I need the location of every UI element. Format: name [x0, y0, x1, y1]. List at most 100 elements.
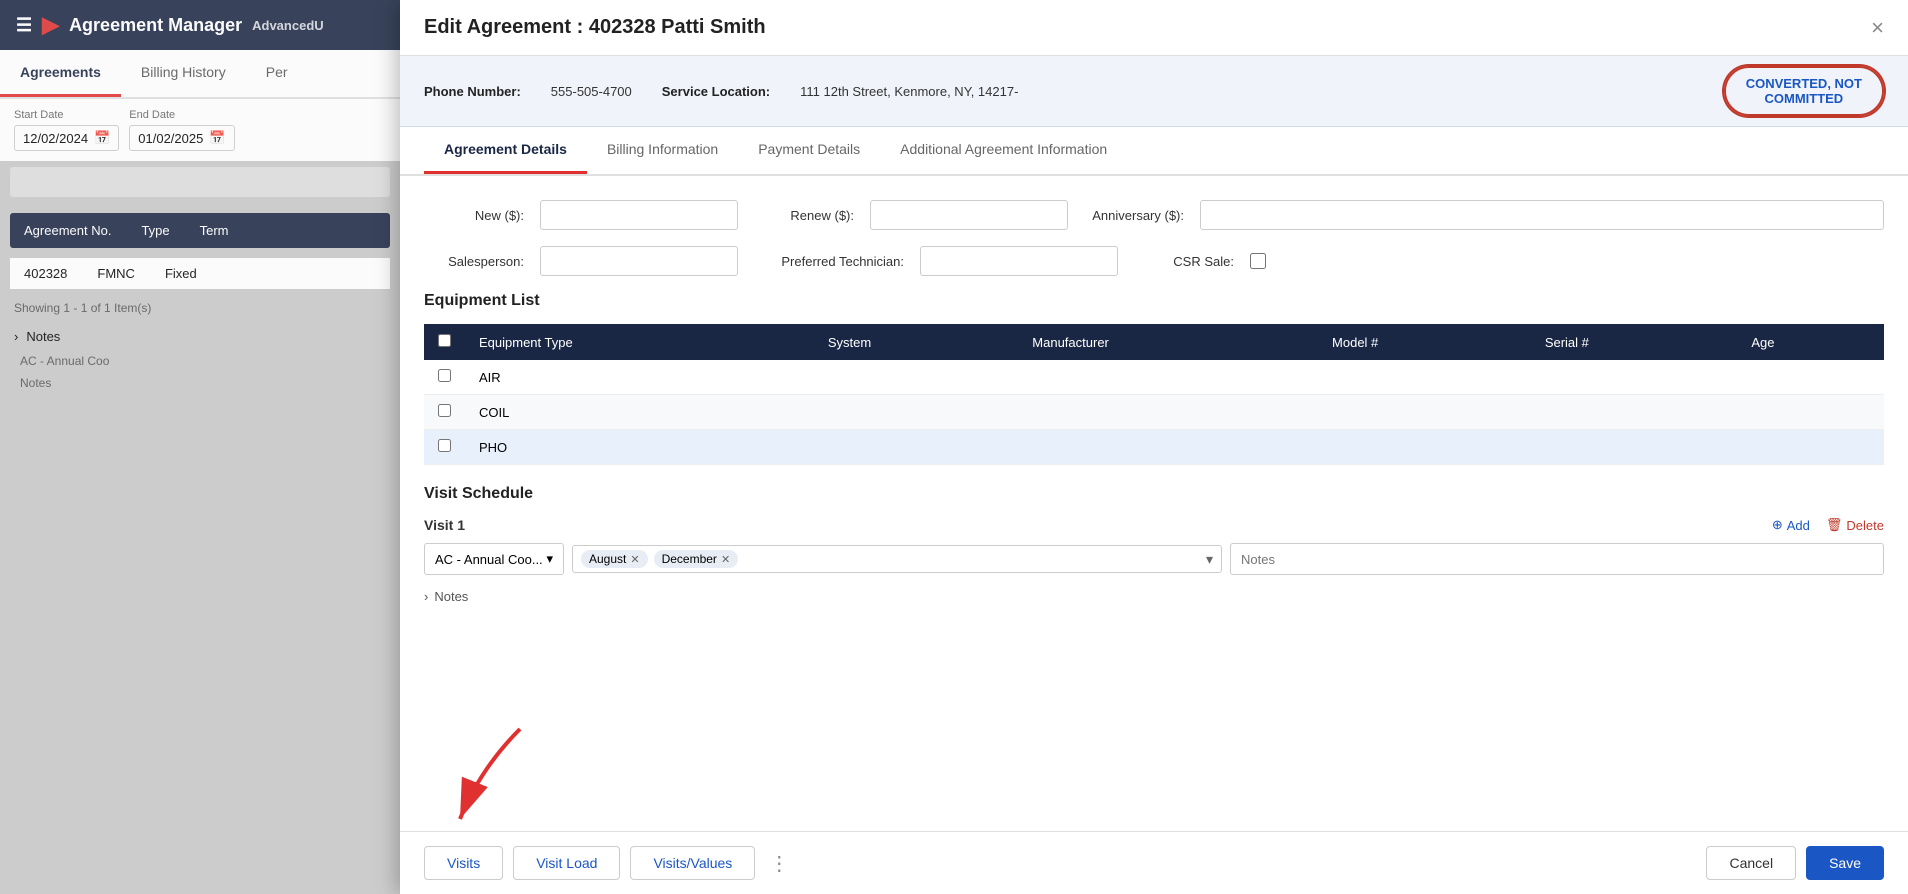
tab-payment-details[interactable]: Payment Details	[738, 127, 880, 174]
modal-footer: Visits Visit Load Visits/Values ⋮ Cancel…	[400, 831, 1908, 894]
equipment-row-coil: COIL	[424, 395, 1884, 430]
col-system: System	[814, 324, 1018, 360]
december-remove[interactable]: ✕	[721, 553, 730, 566]
chevron-right-icon: ›	[14, 329, 18, 344]
visits-values-button[interactable]: Visits/Values	[630, 846, 755, 880]
visit-label: Visit 1	[424, 517, 465, 533]
notes-item-label: Notes	[0, 372, 400, 394]
visit-header: Visit 1 ⊕ Add 🗑 Delete	[424, 517, 1884, 533]
phone-value: 555-505-4700	[551, 84, 632, 99]
location-label: Service Location:	[662, 84, 770, 99]
anniversary-input[interactable]	[1200, 200, 1884, 230]
chevron-down-icon: ▾	[546, 551, 553, 567]
renew-input[interactable]	[870, 200, 1068, 230]
new-input[interactable]	[540, 200, 738, 230]
equipment-table: Equipment Type System Manufacturer Model…	[424, 324, 1884, 465]
logo-icon: ▶	[42, 12, 59, 38]
new-label: New ($):	[424, 208, 524, 223]
pho-type: PHO	[465, 430, 814, 465]
tab-billing-information[interactable]: Billing Information	[587, 127, 738, 174]
pho-checkbox[interactable]	[438, 439, 451, 452]
equipment-section-title: Equipment List	[424, 292, 1884, 310]
table-row[interactable]: 402328 FMNC Fixed	[10, 258, 390, 289]
tag-dropdown-icon: ▾	[1206, 551, 1213, 568]
phone-label: Phone Number:	[424, 84, 521, 99]
december-tag: December ✕	[654, 550, 739, 568]
col-age: Age	[1737, 324, 1884, 360]
col-serial: Serial #	[1531, 324, 1738, 360]
notes-section: › Notes	[0, 323, 400, 350]
visit-section: Visit 1 ⊕ Add 🗑 Delete AC - Annual Coo..…	[424, 517, 1884, 610]
form-row-salesperson: Salesperson: Preferred Technician: CSR S…	[424, 246, 1884, 276]
august-remove[interactable]: ✕	[630, 553, 639, 566]
renew-label: Renew ($):	[754, 208, 854, 223]
august-tag: August ✕	[581, 550, 648, 568]
select-all-checkbox[interactable]	[438, 334, 451, 347]
end-date-field: End Date 01/02/2025 📅	[129, 109, 234, 151]
more-options-icon[interactable]: ⋮	[769, 851, 789, 876]
salesperson-input[interactable]	[540, 246, 738, 276]
equipment-row-pho: PHO	[424, 430, 1884, 465]
tab-agreements[interactable]: Agreements	[0, 50, 121, 97]
hamburger-icon[interactable]: ☰	[16, 15, 32, 36]
edit-agreement-modal: Edit Agreement : 402328 Patti Smith × Ph…	[400, 0, 1908, 894]
col-manufacturer: Manufacturer	[1018, 324, 1318, 360]
calendar-icon: 📅	[94, 130, 110, 146]
trash-icon: 🗑	[1826, 517, 1843, 533]
modal-header: Edit Agreement : 402328 Patti Smith ×	[400, 0, 1908, 56]
col-term: Term	[200, 223, 229, 238]
close-button[interactable]: ×	[1871, 17, 1884, 39]
anniversary-label: Anniversary ($):	[1084, 208, 1184, 223]
modal-tabs: Agreement Details Billing Information Pa…	[400, 127, 1908, 176]
month-tag-input[interactable]: August ✕ December ✕ ▾	[572, 545, 1222, 573]
notes-label: Notes	[26, 329, 60, 344]
visits-button[interactable]: Visits	[424, 846, 503, 880]
info-bar: Phone Number: 555-505-4700 Service Locat…	[400, 56, 1908, 127]
agreements-table-header: Agreement No. Type Term	[10, 213, 390, 248]
tab-billing-history[interactable]: Billing History	[121, 50, 246, 97]
service-type-select[interactable]: AC - Annual Coo... ▾	[424, 543, 564, 575]
start-date-label: Start Date	[14, 109, 119, 121]
showing-text: Showing 1 - 1 of 1 Item(s)	[0, 293, 400, 323]
start-date-field: Start Date 12/02/2024 📅	[14, 109, 119, 151]
col-model: Model #	[1318, 324, 1531, 360]
date-filter-row: Start Date 12/02/2024 📅 End Date 01/02/2…	[0, 99, 400, 161]
coil-checkbox[interactable]	[438, 404, 451, 417]
tab-additional-info[interactable]: Additional Agreement Information	[880, 127, 1127, 174]
tab-per[interactable]: Per	[246, 50, 308, 97]
delete-button[interactable]: 🗑 Delete	[1826, 517, 1884, 533]
advanced-label: AdvancedU	[252, 18, 324, 33]
ac-annual-label: AC - Annual Coo	[0, 350, 400, 372]
air-type: AIR	[465, 360, 814, 395]
plus-icon: ⊕	[1772, 517, 1783, 533]
status-badge: CONVERTED, NOTCOMMITTED	[1724, 66, 1884, 116]
csr-sale-label: CSR Sale:	[1134, 254, 1234, 269]
end-date-label: End Date	[129, 109, 234, 121]
app-header: ☰ ▶ Agreement Manager AdvancedU	[0, 0, 400, 50]
preferred-tech-input[interactable]	[920, 246, 1118, 276]
salesperson-label: Salesperson:	[424, 254, 524, 269]
visit-load-button[interactable]: Visit Load	[513, 846, 620, 880]
tab-agreement-details[interactable]: Agreement Details	[424, 127, 587, 174]
air-checkbox[interactable]	[438, 369, 451, 382]
visit-notes-input[interactable]	[1230, 543, 1884, 575]
col-agreement-no: Agreement No.	[24, 223, 111, 238]
filter-bar	[10, 167, 390, 197]
notes-expand[interactable]: › Notes	[424, 583, 1884, 610]
start-date-input[interactable]: 12/02/2024 📅	[14, 125, 119, 151]
save-button[interactable]: Save	[1806, 846, 1884, 880]
cancel-button[interactable]: Cancel	[1706, 846, 1796, 880]
form-row-pricing: New ($): Renew ($): Anniversary ($):	[424, 200, 1884, 230]
modal-content: New ($): Renew ($): Anniversary ($): Sal…	[400, 176, 1908, 831]
chevron-right-icon: ›	[424, 589, 428, 604]
csr-sale-checkbox[interactable]	[1250, 253, 1266, 269]
coil-type: COIL	[465, 395, 814, 430]
visit-actions: ⊕ Add 🗑 Delete	[1772, 517, 1884, 533]
col-equipment-type: Equipment Type	[465, 324, 814, 360]
end-date-input[interactable]: 01/02/2025 📅	[129, 125, 234, 151]
add-button[interactable]: ⊕ Add	[1772, 517, 1810, 533]
visit-row: AC - Annual Coo... ▾ August ✕ December ✕…	[424, 543, 1884, 575]
preferred-tech-label: Preferred Technician:	[754, 254, 904, 269]
visit-schedule-title: Visit Schedule	[424, 485, 1884, 503]
calendar-icon: 📅	[209, 130, 225, 146]
